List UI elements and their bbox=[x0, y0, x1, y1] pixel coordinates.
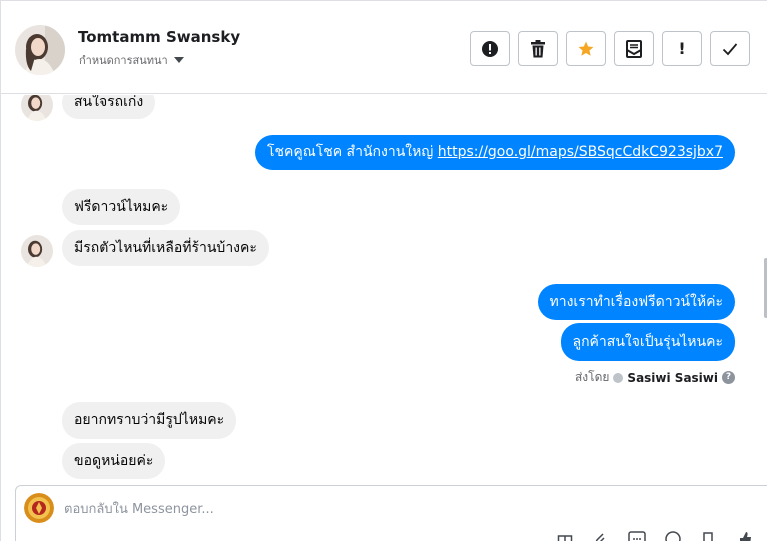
like-button[interactable] bbox=[736, 531, 754, 541]
message-thread: สนใจรถเก่ง โชคคูณโชค สำนักงานใหญ่ https:… bbox=[1, 95, 767, 480]
archive-button[interactable] bbox=[614, 31, 654, 66]
help-icon[interactable]: ? bbox=[722, 371, 735, 384]
sent-by-label: ส่งโดย bbox=[574, 370, 610, 384]
star-button[interactable] bbox=[566, 31, 606, 66]
caret-down-icon bbox=[173, 57, 184, 63]
incoming-message: มีรถตัวไหนที่เหลือที่ร้านบ้างคะ bbox=[62, 230, 269, 266]
reply-composer bbox=[15, 485, 767, 541]
outgoing-message: ลูกค้าสนใจเป็นรุ่นไหนคะ bbox=[560, 323, 735, 361]
maps-link[interactable]: https://goo.gl/maps/SBSqcCdkC923sjbx7 bbox=[438, 144, 723, 160]
alert-circle-icon bbox=[482, 40, 498, 57]
conversation-header: Tomtamm Swansky กำหนดการสนทนา ! bbox=[1, 1, 767, 94]
incoming-message: สนใจรถเก่ง bbox=[62, 95, 156, 119]
incoming-message: ขอดูหน่อยค่ะ bbox=[62, 443, 166, 479]
attach-button[interactable] bbox=[592, 531, 610, 541]
mark-spam-button[interactable] bbox=[470, 31, 510, 66]
sent-by-info: ส่งโดย Sasiwi Sasiwi ? bbox=[575, 368, 735, 387]
paperclip-icon bbox=[595, 533, 605, 541]
incoming-message: ฟรีดาวน์ไหมคะ bbox=[62, 189, 181, 225]
archive-icon bbox=[626, 39, 642, 58]
page-avatar bbox=[24, 493, 54, 523]
header-actions: ! bbox=[470, 31, 750, 66]
mark-done-button[interactable] bbox=[710, 31, 750, 66]
saved-replies-button[interactable] bbox=[628, 531, 646, 541]
message-text: โชคคูณโชค สำนักงานใหญ่ bbox=[266, 144, 438, 160]
outgoing-message: โชคคูณโชค สำนักงานใหญ่ https://goo.gl/ma… bbox=[254, 135, 735, 170]
conversation-status-label: กำหนดการสนทนา bbox=[79, 54, 168, 67]
checkmark-icon bbox=[722, 42, 738, 55]
messenger-panel: Tomtamm Swansky กำหนดการสนทนา ! สนใจรถเก… bbox=[0, 0, 767, 541]
sticker-button[interactable] bbox=[700, 531, 718, 541]
exclamation-icon: ! bbox=[678, 39, 686, 58]
gift-icon bbox=[557, 535, 573, 541]
incoming-message: อยากทราบว่ามีรูปไหมคะ bbox=[62, 402, 237, 439]
reply-input[interactable] bbox=[64, 498, 564, 520]
composer-toolbar bbox=[556, 531, 754, 541]
emoji-icon bbox=[665, 531, 681, 541]
star-icon bbox=[578, 41, 594, 56]
gift-button[interactable] bbox=[556, 531, 574, 541]
follow-up-button[interactable]: ! bbox=[662, 31, 702, 66]
conversation-status-dropdown[interactable]: กำหนดการสนทนา bbox=[79, 51, 184, 69]
outgoing-message: ทางเราทำเรื่องฟรีดาวน์ให้ค่ะ bbox=[537, 284, 735, 320]
contact-avatar-small bbox=[21, 95, 53, 121]
emoji-button[interactable] bbox=[664, 531, 682, 541]
thumbs-up-icon bbox=[740, 532, 751, 541]
sticker-icon bbox=[703, 532, 713, 541]
trash-icon bbox=[531, 39, 545, 57]
contact-avatar[interactable] bbox=[15, 25, 65, 75]
saved-replies-icon bbox=[628, 531, 646, 541]
page-icon bbox=[613, 372, 624, 383]
delete-button[interactable] bbox=[518, 31, 558, 66]
contact-name: Tomtamm Swansky bbox=[78, 28, 241, 46]
contact-avatar-small bbox=[21, 235, 53, 267]
sender-name: Sasiwi Sasiwi bbox=[627, 370, 718, 385]
